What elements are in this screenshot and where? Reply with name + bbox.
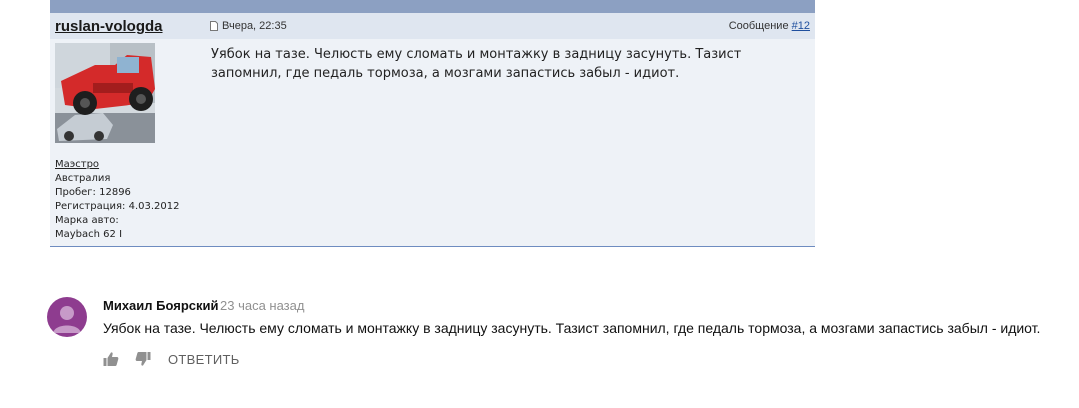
user-mileage: Пробег: 12896 [55,187,131,198]
forum-post: ruslan-vologda Вчера, 22:35 Сообщение #1… [50,0,815,247]
comment-author[interactable]: Михаил Боярский [103,298,219,313]
user-avatar-image [55,43,155,143]
post-text: Уябок на тазе. Челюсть ему сломать и мон… [211,47,742,81]
user-location: Австралия [55,173,111,184]
post-body: Уябок на тазе. Челюсть ему сломать и мон… [50,39,815,247]
thumb-up-icon[interactable] [103,351,119,367]
user-rank-link[interactable]: Маэстро [55,158,180,172]
post-number-link[interactable]: #12 [792,20,810,32]
post-number: Сообщение #12 [729,20,810,32]
post-number-label: Сообщение [728,20,789,32]
comment-time[interactable]: 23 часа назад [220,298,304,313]
post-top-bar [50,0,815,13]
comment-avatar[interactable] [47,297,87,337]
comment-text: Уябок на тазе. Челюсть ему сломать и мон… [103,320,1041,336]
post-date-block: Вчера, 22:35 [210,20,287,32]
post-author-link[interactable]: ruslan-vologda [55,18,163,35]
user-info: Маэстро Австралия Пробег: 12896 Регистра… [55,158,180,242]
user-registration: Регистрация: 4.03.2012 [55,201,180,212]
post-header: ruslan-vologda Вчера, 22:35 Сообщение #1… [50,13,815,39]
user-car-label: Марка авто: [55,215,119,226]
comment-actions: ОТВЕТИТЬ [103,350,240,368]
post-date: Вчера, 22:35 [222,20,287,32]
user-car: Maybach 62 I [55,229,123,240]
reply-button[interactable]: ОТВЕТИТЬ [168,352,240,367]
thumb-down-icon[interactable] [135,351,151,367]
post-document-icon [210,21,218,31]
